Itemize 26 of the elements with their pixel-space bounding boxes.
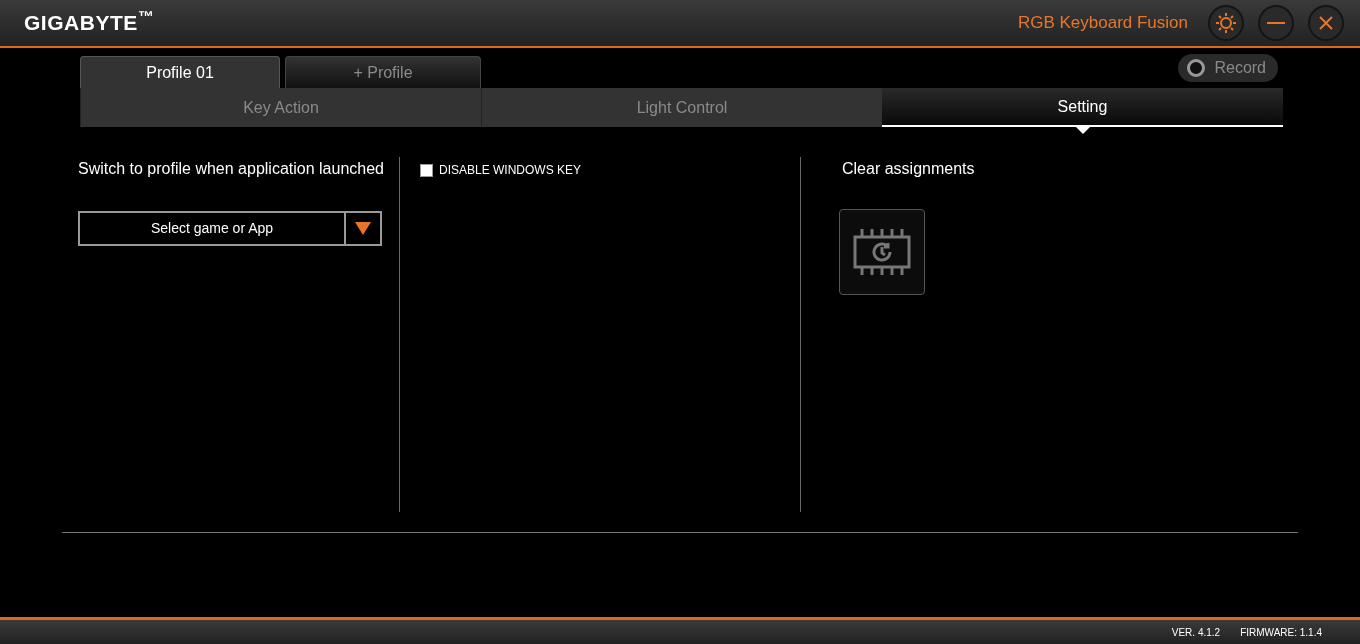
version-text: VER. 4.1.2 [1171,625,1221,640]
section-heading: Clear assignments [842,159,975,179]
app-title: RGB Keyboard Fusion [1017,12,1188,35]
firmware-text: FIRMWARE: 1.1.4 [1240,625,1322,640]
tab-pointer [1075,127,1090,134]
tab[interactable]: Light Control [481,88,882,127]
circle-icon [1186,58,1207,78]
settings-button[interactable] [1208,5,1244,41]
minimize-icon [1267,21,1285,25]
checkbox[interactable] [420,163,433,177]
close-icon [1319,16,1333,30]
profile-tab[interactable]: + Profile [285,56,481,88]
tab[interactable]: Setting [882,88,1283,127]
chip-reset-icon [852,226,912,278]
close-button[interactable] [1308,5,1344,41]
app-dropdown[interactable]: Select game or App [78,211,382,246]
tab[interactable]: Key Action [80,88,481,127]
profile-tab[interactable]: Profile 01 [80,56,280,88]
brand-logo: GIGABYTE$^{™}$ [24,7,155,37]
minimize-button[interactable] [1258,5,1294,41]
clear-assignments-button[interactable] [839,209,925,295]
dropdown-caret-icon [355,222,371,235]
record-button[interactable]: Record [1178,54,1278,82]
section-heading: Switch to profile when application launched [78,159,385,179]
checkbox-label: DISABLE WINDOWS KEY [439,162,582,179]
settings-icon [1214,11,1238,35]
